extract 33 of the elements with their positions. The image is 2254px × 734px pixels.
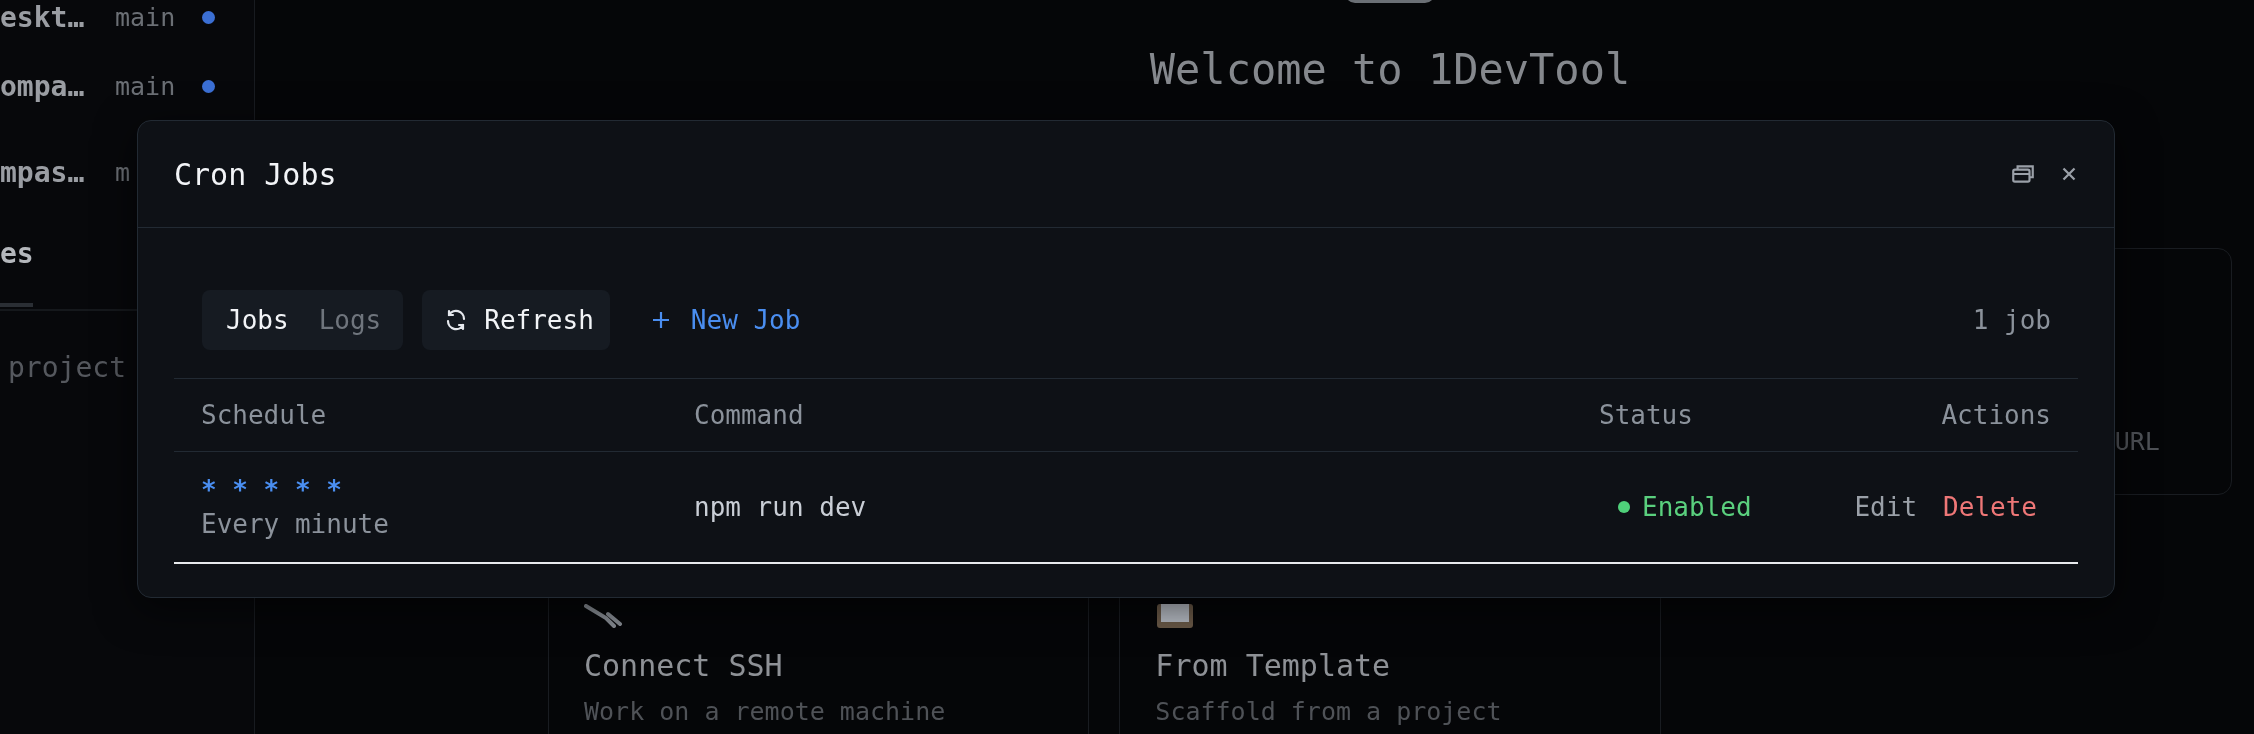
welcome-title: Welcome to 1DevTool	[1149, 45, 1631, 94]
card-description: Work on a remote machine	[584, 697, 947, 726]
cron-expression: * * * * *	[201, 475, 342, 505]
project-name[interactable]: eskt…	[0, 1, 115, 34]
new-job-button[interactable]: New Job	[650, 305, 801, 335]
dialog-title: Cron Jobs	[174, 156, 337, 192]
delete-link[interactable]: Delete	[1941, 488, 2039, 526]
branch-label: main	[115, 71, 177, 101]
hint-text: project	[7, 351, 127, 384]
view-tab[interactable]: Jobs	[222, 299, 293, 341]
edit-link[interactable]: Edit	[1852, 488, 1920, 526]
schedule-description: Every minute	[201, 509, 389, 539]
box-icon	[1155, 604, 1196, 628]
project-name[interactable]: mpas…	[0, 155, 115, 189]
column-header: Command	[694, 400, 805, 430]
column-header: Status	[1599, 400, 1694, 430]
command-cell-text: npm run dev	[694, 492, 868, 522]
branch-label: main	[115, 3, 177, 32]
card-description: Scaffold from a project	[1155, 697, 1503, 726]
refresh-button[interactable]: Refresh	[422, 290, 610, 350]
job-count: 1 job	[1972, 305, 2051, 335]
plus-icon	[650, 310, 671, 330]
card-title: Connect SSH	[584, 648, 784, 683]
wrench-icon	[584, 604, 624, 628]
tab-indicator	[0, 303, 33, 307]
project-name[interactable]: ompa…	[0, 69, 115, 103]
card-description: URL	[2113, 427, 2160, 456]
view-tab[interactable]: Logs	[314, 299, 386, 341]
column-header: Schedule	[201, 400, 328, 430]
status-label: Enabled	[1642, 492, 1752, 522]
section-title: es	[0, 237, 35, 272]
column-header: Actions	[1941, 400, 2051, 430]
card-title: From Template	[1155, 648, 1392, 683]
